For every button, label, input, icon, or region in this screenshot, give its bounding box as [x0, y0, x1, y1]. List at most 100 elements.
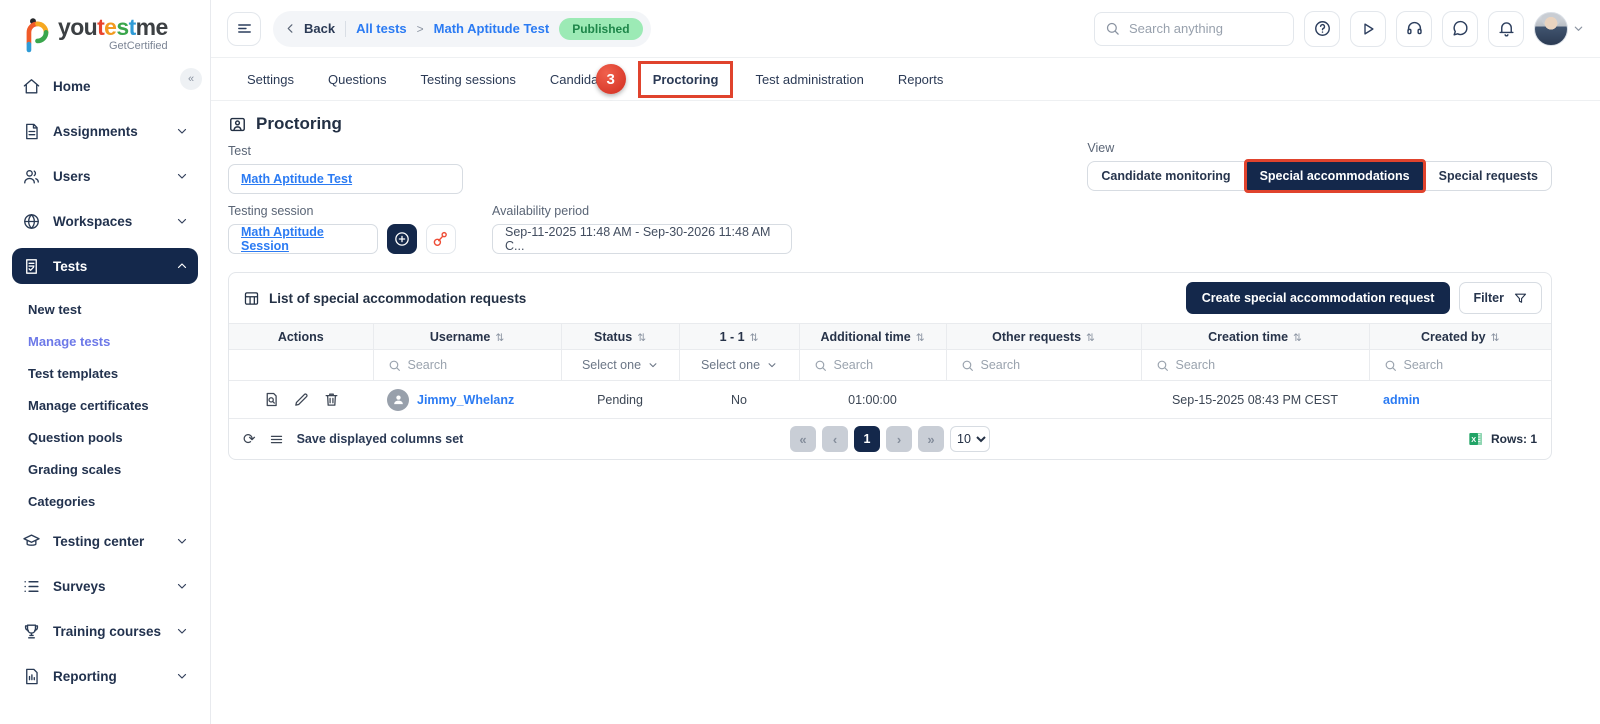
sidebar-subitem-manage-tests[interactable]: Manage tests: [12, 325, 198, 357]
created-by-link[interactable]: admin: [1383, 393, 1420, 407]
surveys-icon: [22, 577, 41, 596]
testing-session-select-field[interactable]: Math Aptitude Session: [228, 224, 378, 254]
refresh-icon[interactable]: ⟳: [243, 430, 256, 448]
availability-period-field[interactable]: Sep-11-2025 11:48 AM - Sep-30-2026 11:48…: [492, 224, 792, 254]
next-page-button[interactable]: ›: [886, 426, 912, 452]
sidebar-item-assignments[interactable]: Assignments: [12, 113, 198, 149]
sidebar-subitem-question-pools[interactable]: Question pools: [12, 421, 198, 453]
created-by-filter-input[interactable]: [1404, 358, 1538, 372]
back-button[interactable]: Back: [285, 21, 335, 36]
one-on-one-filter-select[interactable]: Select one: [680, 358, 799, 372]
proctoring-settings-button[interactable]: [426, 224, 456, 254]
other-requests-filter-input[interactable]: [981, 358, 1125, 372]
bell-icon: [1497, 19, 1516, 38]
other-requests-filter[interactable]: [947, 358, 1141, 372]
view-special-requests[interactable]: Special requests: [1426, 162, 1551, 190]
tab-testing-sessions[interactable]: Testing sessions: [421, 72, 516, 87]
save-displayed-columns-button[interactable]: Save displayed columns set: [297, 432, 464, 446]
sidebar-item-testing-center[interactable]: Testing center: [12, 523, 198, 559]
column-header-created-by[interactable]: Created by⇅: [1369, 324, 1551, 350]
column-header-additional-time[interactable]: Additional time⇅: [799, 324, 946, 350]
user-menu[interactable]: [1534, 12, 1584, 46]
filter-button[interactable]: Filter: [1459, 282, 1542, 314]
column-header-one-on-one[interactable]: 1 - 1⇅: [679, 324, 799, 350]
chat-button[interactable]: [1442, 11, 1478, 47]
create-special-accommodation-request-button[interactable]: Create special accommodation request: [1186, 282, 1451, 314]
search-input[interactable]: [1094, 12, 1294, 46]
sidebar-item-users[interactable]: Users: [12, 158, 198, 194]
sidebar-item-tests[interactable]: Tests: [12, 248, 198, 284]
sort-icon[interactable]: ⇅: [495, 332, 504, 344]
created-by-filter[interactable]: [1370, 358, 1552, 372]
search-icon: [388, 359, 401, 372]
tab-settings[interactable]: Settings: [247, 72, 294, 87]
breadcrumb-current-test-link[interactable]: Math Aptitude Test: [434, 21, 550, 36]
headset-icon: [1405, 19, 1424, 38]
page-title: Proctoring: [228, 114, 1552, 134]
brand-logo[interactable]: youtestme GetCertified: [0, 0, 210, 56]
sidebar-subitem-grading-scales[interactable]: Grading scales: [12, 453, 198, 485]
testing-session-link[interactable]: Math Aptitude Session: [241, 225, 365, 253]
test-link[interactable]: Math Aptitude Test: [241, 172, 352, 186]
special-accommodations-card: List of special accommodation requests C…: [228, 272, 1552, 460]
sidebar-item-home[interactable]: Home: [12, 68, 198, 104]
sort-icon[interactable]: ⇅: [1086, 332, 1095, 344]
test-select-field[interactable]: Math Aptitude Test: [228, 164, 463, 194]
home-icon: [22, 77, 41, 96]
notifications-button[interactable]: [1488, 11, 1524, 47]
preview-request-icon[interactable]: [263, 391, 280, 408]
last-page-button[interactable]: »: [918, 426, 944, 452]
view-candidate-monitoring[interactable]: Candidate monitoring: [1088, 162, 1243, 190]
sidebar-subitem-manage-certificates[interactable]: Manage certificates: [12, 389, 198, 421]
hamburger-menu-button[interactable]: [227, 12, 261, 46]
status-badge: Published: [559, 18, 642, 40]
additional-time-filter-input[interactable]: [834, 358, 940, 372]
additional-time-filter[interactable]: [800, 358, 946, 372]
username-link[interactable]: Jimmy_Whelanz: [417, 393, 514, 407]
excel-export-icon[interactable]: X: [1468, 431, 1484, 447]
delete-request-icon[interactable]: [323, 391, 340, 408]
sort-icon[interactable]: ⇅: [1293, 332, 1302, 344]
sidebar-subitem-test-templates[interactable]: Test templates: [12, 357, 198, 389]
sidebar-subitem-categories[interactable]: Categories: [12, 485, 198, 517]
creation-time-filter[interactable]: [1142, 358, 1369, 372]
current-page-button[interactable]: 1: [854, 426, 880, 452]
columns-menu-icon[interactable]: [269, 432, 284, 447]
edit-request-icon[interactable]: [293, 391, 310, 408]
page-size-select[interactable]: 10: [950, 426, 990, 452]
sort-icon[interactable]: ⇅: [750, 332, 759, 344]
support-button[interactable]: [1396, 11, 1432, 47]
tab-reports[interactable]: Reports: [898, 72, 944, 87]
column-header-status[interactable]: Status⇅: [561, 324, 679, 350]
status-filter-select[interactable]: Select one: [562, 358, 679, 372]
tutorials-button[interactable]: [1350, 11, 1386, 47]
column-header-username[interactable]: Username⇅: [373, 324, 561, 350]
sidebar-subitem-new-test[interactable]: New test: [12, 293, 198, 325]
prev-page-button[interactable]: ‹: [822, 426, 848, 452]
collapse-sidebar-button[interactable]: «: [180, 68, 202, 90]
breadcrumb-divider: [345, 21, 346, 37]
view-special-accommodations annotation-box-special-accommodations[interactable]: Special accommodations: [1244, 159, 1426, 193]
add-session-button[interactable]: [387, 224, 417, 254]
tab-test-administration[interactable]: Test administration: [755, 72, 863, 87]
tab-questions[interactable]: Questions: [328, 72, 387, 87]
sort-icon[interactable]: ⇅: [1491, 332, 1500, 344]
column-header-other-requests[interactable]: Other requests⇅: [946, 324, 1141, 350]
tab-proctoring[interactable]: Proctoring: [653, 72, 719, 87]
sidebar-item-reporting[interactable]: Reporting: [12, 658, 198, 694]
hamburger-menu-icon: [236, 20, 253, 37]
sidebar-item-workspaces[interactable]: Workspaces: [12, 203, 198, 239]
sort-icon[interactable]: ⇅: [916, 332, 925, 344]
sidebar-item-surveys[interactable]: Surveys: [12, 568, 198, 604]
sort-icon[interactable]: ⇅: [637, 332, 646, 344]
sidebar-item-training-courses[interactable]: Training courses: [12, 613, 198, 649]
creation-time-filter-input[interactable]: [1176, 358, 1346, 372]
breadcrumb-all-tests-link[interactable]: All tests: [356, 21, 407, 36]
top-bar: Back All tests > Math Aptitude Test Publ…: [211, 0, 1600, 58]
username-filter[interactable]: [374, 358, 561, 372]
username-filter-input[interactable]: [408, 358, 546, 372]
first-page-button[interactable]: «: [790, 426, 816, 452]
help-button[interactable]: [1304, 11, 1340, 47]
chevron-down-icon: [176, 215, 188, 227]
column-header-creation-time[interactable]: Creation time⇅: [1141, 324, 1369, 350]
